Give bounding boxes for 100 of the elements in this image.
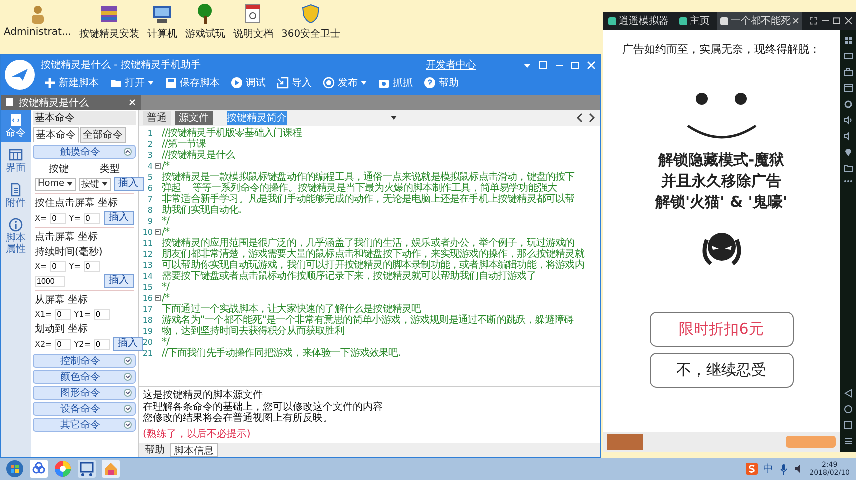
close-icon[interactable] — [793, 18, 799, 24]
bottom-tab[interactable]: 帮助 — [142, 443, 168, 457]
toolbar-button[interactable]: 调试 — [228, 74, 269, 90]
command-group[interactable]: 颜色命令 — [33, 370, 136, 384]
key-select[interactable]: Home — [35, 178, 76, 190]
fold-icon[interactable] — [154, 229, 160, 235]
line-number: 7 — [146, 194, 153, 205]
ad-banner[interactable] — [603, 432, 840, 452]
caret-icon — [102, 181, 108, 187]
nav-item[interactable]: 脚本属性 — [1, 215, 31, 258]
keyboard-icon[interactable] — [844, 52, 852, 61]
toolbox-icon[interactable] — [844, 68, 852, 77]
line-number: 19 — [142, 326, 153, 337]
view-tab[interactable]: 普通 — [143, 111, 171, 125]
line-number: 21 — [142, 348, 153, 359]
command-group[interactable]: 触摸命令 — [33, 145, 136, 159]
file-icon — [9, 183, 23, 197]
recents-icon[interactable] — [844, 421, 852, 430]
code-line: 非常适合新手学习。凡是我们手动能够完成的动作，无论是电脑上还是在手机上按键精灵都可以帮 — [162, 194, 576, 205]
volume-down-icon[interactable] — [844, 132, 852, 141]
emulator-tab[interactable]: 逍遥模拟器 — [605, 12, 672, 30]
insert-button[interactable]: 插入 — [104, 274, 134, 288]
code-line: 下面通过一个实战脚本，让大家快速的了解什么是按键精灵吧 — [162, 304, 422, 315]
command-group[interactable]: 设备命令 — [33, 402, 136, 416]
code-line: 按键精灵是一款模拟鼠标键盘动作的编程工具，通俗一点来说就是模拟鼠标点击滑动，键盘的按下 — [162, 172, 576, 183]
nav-item[interactable]: 界面 — [1, 145, 31, 177]
x-field[interactable]: 0 — [50, 212, 66, 224]
y-field[interactable]: 0 — [84, 261, 100, 272]
field-label: 点击屏幕 — [35, 230, 75, 244]
toolbar-button[interactable]: 保存脚本 — [162, 74, 223, 90]
more-icon[interactable] — [844, 180, 852, 183]
settings-icon[interactable] — [844, 100, 852, 109]
fullscreen-icon[interactable] — [810, 17, 818, 25]
start-button-icon[interactable] — [6, 460, 24, 478]
panel-tab[interactable]: 全部命令 — [80, 127, 126, 143]
x1-field[interactable]: 0 — [55, 309, 72, 320]
y2-field[interactable]: 0 — [94, 338, 110, 350]
nav-item[interactable]: 附件 — [1, 180, 31, 212]
close-icon[interactable] — [844, 17, 852, 25]
toolbar-button[interactable]: 抓抓 — [375, 74, 416, 90]
chevron-right-icon[interactable] — [588, 113, 596, 123]
maximize-icon[interactable] — [833, 17, 840, 25]
desktop-shortcut-icon[interactable] — [151, 3, 174, 25]
code-line: /* — [162, 161, 170, 172]
line-number: 10 — [142, 227, 153, 238]
insert-button[interactable]: 插入 — [114, 177, 144, 191]
microphone-icon[interactable] — [780, 464, 788, 474]
command-group[interactable]: 其它命令 — [33, 418, 136, 432]
import-icon — [277, 76, 289, 88]
desktop-shortcut-icon[interactable] — [300, 3, 322, 25]
emulator-tab[interactable]: 主页 — [676, 12, 713, 30]
input-method-icon[interactable] — [746, 463, 758, 475]
document-tab[interactable]: 按键精灵是什么 — [1, 95, 141, 110]
toolbar-button[interactable]: 导入 — [274, 74, 315, 90]
field-label: X1= — [35, 310, 52, 319]
toolbar-button[interactable]: 发布 — [320, 74, 370, 90]
insert-button[interactable]: 插入 — [112, 337, 143, 351]
command-group[interactable]: 图形命令 — [33, 386, 136, 400]
field-label: Y2= — [74, 340, 91, 348]
code-line: //按键精灵是什么 — [162, 150, 236, 161]
type-select[interactable]: 按键 — [78, 178, 111, 190]
field-label: 坐标 — [68, 294, 88, 307]
code-line: 游戏名为"一个都不能死"是一个非常有意思的简单小游戏，游戏规则是通过不断的跳跃，躲避障碍 — [162, 315, 575, 326]
fold-icon[interactable] — [154, 295, 160, 301]
chevron-left-icon[interactable] — [576, 113, 584, 123]
color-wheel-icon[interactable] — [54, 460, 72, 478]
emulator-tab[interactable]: 一个都不能死 — [717, 12, 802, 30]
bottom-tab[interactable]: 脚本信息 — [170, 443, 218, 457]
nav-item[interactable]: 命令 — [1, 110, 31, 142]
toolbar-button[interactable]: 新建脚本 — [41, 74, 102, 90]
app-icon — [679, 16, 688, 26]
back-icon[interactable] — [844, 389, 852, 398]
panel-tab[interactable]: 基本命令 — [33, 127, 79, 143]
decline-button[interactable]: 不，继续忍受 — [650, 353, 794, 388]
x-field[interactable]: 0 — [50, 261, 66, 272]
info-text: 在理解各条命令的基础上，您可以修改这个文件的内容 — [143, 402, 384, 412]
input-language[interactable]: 中 — [764, 462, 774, 476]
y-field[interactable]: 0 — [84, 212, 100, 224]
location-icon[interactable] — [844, 148, 852, 157]
menu-icon[interactable] — [844, 437, 852, 446]
window-icon[interactable] — [844, 84, 852, 93]
purchase-button[interactable]: 限时折扣6元 — [650, 312, 794, 347]
insert-button[interactable]: 插入 — [104, 211, 134, 225]
toolbar-button[interactable]: 帮助 — [421, 74, 462, 90]
toolbar-button[interactable]: 打开 — [107, 74, 157, 90]
cloud-app-icon[interactable] — [30, 460, 48, 478]
view-tab[interactable]: 源文件 — [175, 111, 213, 125]
fold-icon[interactable] — [154, 163, 160, 169]
y1-field[interactable]: 0 — [94, 309, 110, 320]
code-line: */ — [162, 337, 171, 348]
house-app-icon[interactable] — [102, 460, 120, 478]
duration-field[interactable]: 1000 — [35, 276, 65, 286]
field-label: 坐标 — [98, 196, 118, 210]
folder-icon[interactable] — [844, 164, 852, 173]
header-link[interactable]: 开发者中心 — [426, 58, 476, 72]
volume-up-icon[interactable] — [844, 116, 852, 125]
command-group[interactable]: 控制命令 — [33, 354, 136, 368]
x2-field[interactable]: 0 — [55, 338, 72, 350]
expand-icon[interactable] — [844, 36, 852, 45]
home-icon[interactable] — [844, 405, 852, 414]
